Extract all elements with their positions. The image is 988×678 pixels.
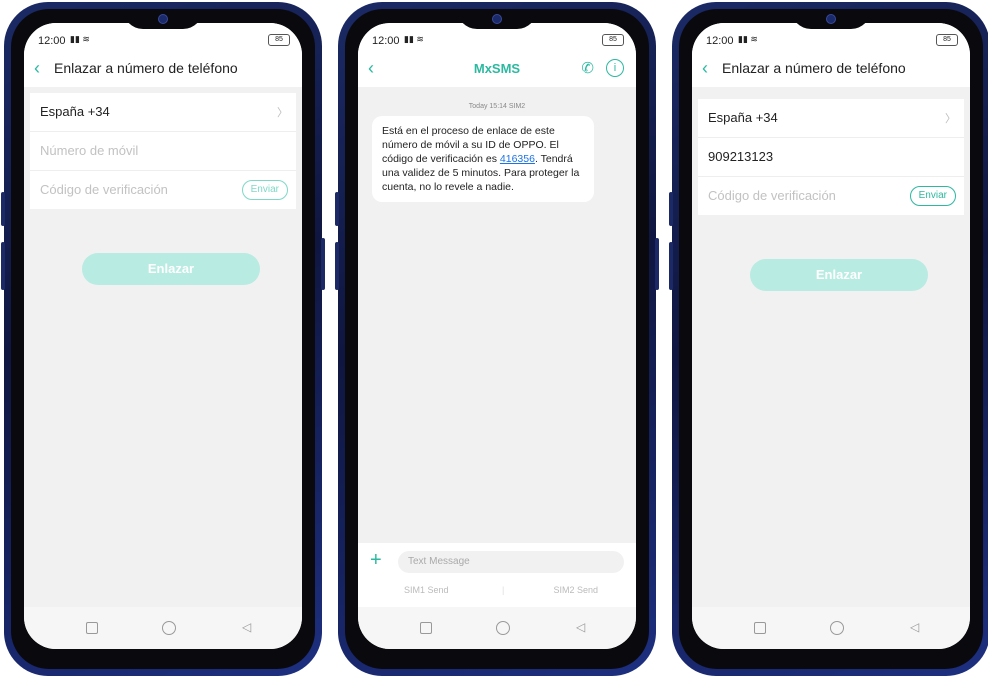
country-label: España +34 [40, 104, 110, 119]
camera-icon [826, 14, 836, 24]
screen-bind-phone-filled: 12:00 ▮▮ ≋ 85 ‹ Enlazar a número de telé… [692, 23, 970, 649]
chevron-right-icon: 〉 [945, 113, 956, 125]
home-icon[interactable] [830, 621, 844, 635]
app-header: ‹ Enlazar a número de teléfono [24, 51, 302, 87]
verification-code-link[interactable]: 416356 [500, 153, 535, 165]
back-triangle-icon[interactable]: ◁ [576, 620, 585, 634]
recents-icon[interactable] [754, 622, 766, 634]
power-button [655, 238, 659, 290]
compose-bar: + Text Message SIM1 Send | SIM2 Send [358, 543, 636, 607]
recents-icon[interactable] [86, 622, 98, 634]
volume-button [1, 192, 5, 226]
volume-button [669, 192, 673, 226]
send-code-button[interactable]: Enviar [909, 186, 956, 206]
chevron-right-icon: 〉 [277, 107, 288, 119]
notch [457, 9, 537, 29]
bezel: 12:00 ▮▮ ≋ 85 ‹ MxSMS ✆ i Today 15:14 SI… [345, 9, 649, 669]
volume-button [335, 192, 339, 226]
page-title: Enlazar a número de teléfono [54, 60, 238, 76]
code-placeholder: Código de verificación [40, 182, 168, 197]
app-header: ‹ Enlazar a número de teléfono [692, 51, 970, 87]
volume-button [1, 242, 5, 290]
country-selector[interactable]: España +34 〉 [30, 93, 296, 132]
camera-icon [492, 14, 502, 24]
form-card: España +34 〉 Número de móvil Código de v… [30, 93, 296, 209]
phone-frame-3: 12:00 ▮▮ ≋ 85 ‹ Enlazar a número de telé… [669, 2, 988, 676]
country-label: España +34 [708, 110, 778, 125]
sim1-send-button[interactable]: SIM1 Send [404, 585, 449, 595]
home-icon[interactable] [496, 621, 510, 635]
phone-icon[interactable]: ✆ [581, 59, 594, 77]
back-triangle-icon[interactable]: ◁ [242, 620, 251, 634]
nav-bar: ◁ [692, 607, 970, 649]
phone-value: 909213123 [708, 149, 774, 164]
notch [791, 9, 871, 29]
phone-field[interactable]: Número de móvil [30, 132, 296, 171]
battery-icon: 85 [268, 34, 290, 46]
sim2-send-button[interactable]: SIM2 Send [553, 585, 598, 595]
notch [123, 9, 203, 29]
screen-sms: 12:00 ▮▮ ≋ 85 ‹ MxSMS ✆ i Today 15:14 SI… [358, 23, 636, 649]
recents-icon[interactable] [420, 622, 432, 634]
battery-icon: 85 [936, 34, 958, 46]
power-button [321, 238, 325, 290]
camera-icon [158, 14, 168, 24]
chevron-left-icon[interactable]: ‹ [34, 59, 52, 77]
code-placeholder: Código de verificación [708, 188, 836, 203]
back-triangle-icon[interactable]: ◁ [910, 620, 919, 634]
message-bubble: Está en el proceso de enlace de este núm… [372, 116, 594, 202]
code-field[interactable]: Código de verificación Enviar [698, 177, 964, 215]
signal-wifi-icon: ▮▮ ≋ [70, 34, 90, 44]
phone-placeholder: Número de móvil [40, 143, 139, 158]
screen-bind-phone: 12:00 ▮▮ ≋ 85 ‹ Enlazar a número de telé… [24, 23, 302, 649]
divider: | [502, 585, 505, 595]
message-timestamp: Today 15:14 SIM2 [468, 103, 526, 110]
nav-bar: ◁ [24, 607, 302, 649]
plus-icon[interactable]: + [370, 549, 382, 572]
info-icon[interactable]: i [606, 59, 624, 77]
sms-header: ‹ MxSMS ✆ i [358, 51, 636, 87]
bezel: 12:00 ▮▮ ≋ 85 ‹ Enlazar a número de telé… [679, 9, 983, 669]
phone-frame-1: 12:00 ▮▮ ≋ 85 ‹ Enlazar a número de telé… [1, 2, 325, 676]
signal-wifi-icon: ▮▮ ≋ [404, 34, 424, 44]
status-time: 12:00 [706, 35, 734, 47]
code-field[interactable]: Código de verificación Enviar [30, 171, 296, 209]
status-time: 12:00 [38, 35, 66, 47]
sms-title: MxSMS [473, 61, 521, 76]
battery-icon: 85 [602, 34, 624, 46]
phone-field[interactable]: 909213123 [698, 138, 964, 177]
phone-frame-2: 12:00 ▮▮ ≋ 85 ‹ MxSMS ✆ i Today 15:14 SI… [335, 2, 659, 676]
bezel: 12:00 ▮▮ ≋ 85 ‹ Enlazar a número de telé… [11, 9, 315, 669]
volume-button [669, 242, 673, 290]
country-selector[interactable]: España +34 〉 [698, 99, 964, 138]
page-title: Enlazar a número de teléfono [722, 60, 906, 76]
form-card: España +34 〉 909213123 Código de verific… [698, 99, 964, 215]
message-input[interactable]: Text Message [398, 551, 624, 573]
signal-wifi-icon: ▮▮ ≋ [738, 34, 758, 44]
bind-button[interactable]: Enlazar [750, 259, 928, 291]
nav-bar: ◁ [358, 607, 636, 649]
bind-button[interactable]: Enlazar [82, 253, 260, 285]
chevron-left-icon[interactable]: ‹ [702, 59, 720, 77]
volume-button [335, 242, 339, 290]
status-time: 12:00 [372, 35, 400, 47]
home-icon[interactable] [162, 621, 176, 635]
send-code-button[interactable]: Enviar [241, 180, 288, 200]
